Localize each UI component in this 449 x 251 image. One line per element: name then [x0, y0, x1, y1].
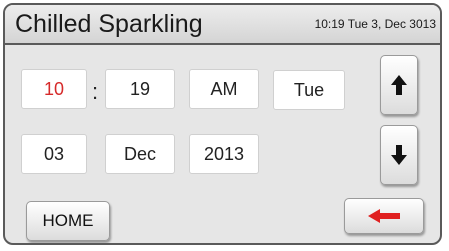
hour-field[interactable]: 10 [21, 69, 87, 109]
minute-field[interactable]: 19 [105, 69, 175, 109]
decrement-button[interactable] [380, 125, 418, 185]
clock-readout: 10:19 Tue 3, Dec 3013 [314, 17, 436, 31]
weekday-field[interactable]: Tue [273, 70, 345, 110]
ampm-field[interactable]: AM [189, 69, 259, 109]
year-field[interactable]: 2013 [189, 134, 259, 174]
arrow-left-icon [367, 208, 401, 224]
home-button-label: HOME [42, 211, 94, 230]
day-field[interactable]: 03 [21, 134, 87, 174]
increment-button[interactable] [380, 55, 418, 115]
home-button[interactable]: HOME [26, 201, 110, 241]
month-field[interactable]: Dec [105, 134, 175, 174]
time-separator: : [92, 79, 99, 104]
page-title: Chilled Sparkling [15, 10, 203, 38]
app-window: Chilled Sparkling 10:19 Tue 3, Dec 3013 … [3, 3, 442, 245]
header-bar: Chilled Sparkling 10:19 Tue 3, Dec 3013 [5, 5, 440, 45]
arrow-down-icon [390, 144, 408, 166]
back-button[interactable] [344, 198, 424, 234]
arrow-up-icon [390, 74, 408, 96]
